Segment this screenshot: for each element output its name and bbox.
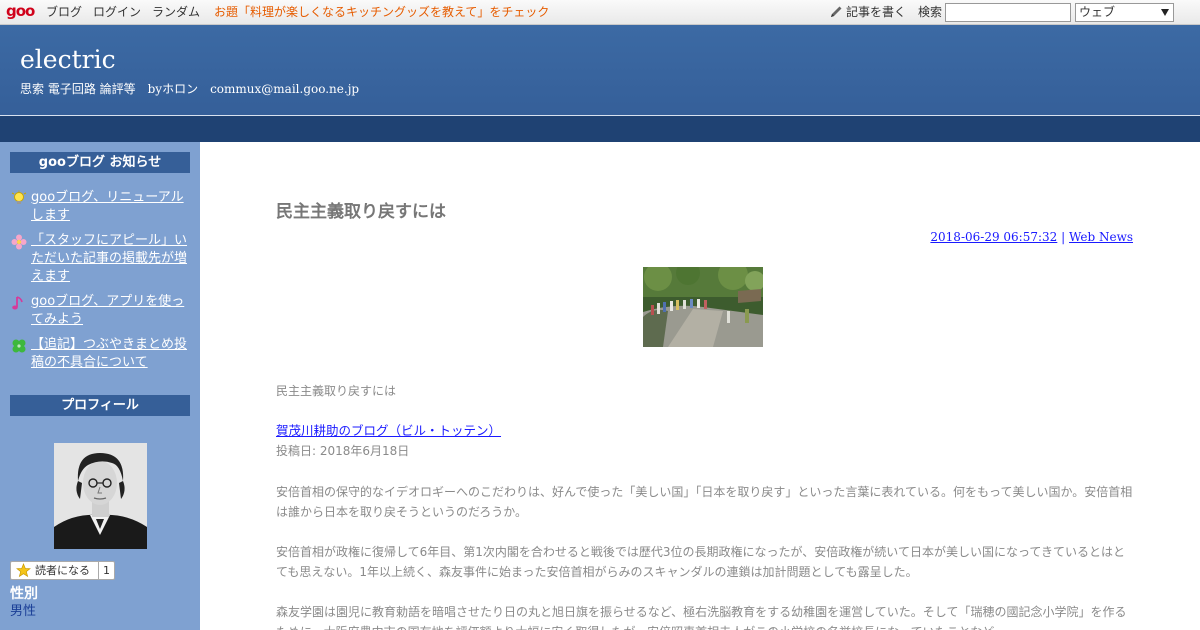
flower-icon bbox=[11, 234, 27, 250]
main-content: 民主主義取り戻すには 2018-06-29 06:57:32 | Web New… bbox=[200, 142, 1200, 630]
dropdown-arrow-icon bbox=[1161, 9, 1169, 16]
nav-login-link[interactable]: ログイン bbox=[93, 5, 141, 19]
notice-item: 【追記】つぶやきまとめ投稿の不具合について bbox=[10, 336, 190, 372]
goo-logo[interactable]: goo bbox=[6, 3, 35, 20]
search-label: 検索 bbox=[918, 5, 943, 19]
meta-separator: | bbox=[1061, 230, 1066, 244]
source-line: 賀茂川耕助のブログ（ビル・トッテン） bbox=[276, 421, 1134, 441]
follower-count: 1 bbox=[103, 564, 110, 577]
blog-description: 思索 電子回路 論評等 byホロン commux@mail.goo.ne.jp bbox=[20, 82, 360, 96]
notice-item: 「スタッフにアピール」いただいた記事の掲載先が増えます bbox=[10, 232, 190, 286]
search-scope-select[interactable]: ウェブ bbox=[1075, 3, 1174, 22]
pencil-icon bbox=[831, 6, 842, 17]
sidebar: gooブログ お知らせ gooブログ、リニューアルします 「スタッフにアピール」… bbox=[0, 142, 200, 630]
notice-link[interactable]: 【追記】つぶやきまとめ投稿の不具合について bbox=[31, 336, 190, 372]
notice-link[interactable]: gooブログ、アプリを使ってみよう bbox=[31, 293, 190, 329]
avatar[interactable] bbox=[54, 443, 147, 549]
star-icon bbox=[16, 563, 31, 578]
post-meta: 2018-06-29 06:57:32 | Web News bbox=[930, 229, 1133, 245]
post-category-link[interactable]: Web News bbox=[1069, 230, 1133, 244]
posted-date: 投稿日: 2018年6月18日 bbox=[276, 444, 410, 458]
blog-header: electric 思索 電子回路 論評等 byホロン commux@mail.g… bbox=[0, 25, 1200, 116]
notice-item: gooブログ、アプリを使ってみよう bbox=[10, 293, 190, 329]
search-scope-value: ウェブ bbox=[1079, 5, 1116, 19]
post-paragraph: 安倍首相が政権に復帰して6年目、第1次内閣を合わせると戦後では歴代3位の長期政権… bbox=[276, 545, 1125, 579]
post-datetime-link[interactable]: 2018-06-29 06:57:32 bbox=[930, 230, 1057, 244]
top-bar: goo ブログ ログイン ランダム お題「料理が楽しくなるキッチングッズを教えて… bbox=[0, 0, 1200, 25]
follow-button[interactable]: 読者になる 1 bbox=[10, 561, 115, 580]
post-paragraph: 安倍首相の保守的なイデオロギーへのこだわりは、好んで使った「美しい国」「日本を取… bbox=[276, 485, 1133, 519]
header-band bbox=[0, 116, 1200, 142]
follow-label: 読者になる bbox=[35, 564, 90, 577]
notice-heading: gooブログ お知らせ bbox=[10, 152, 190, 173]
blog-title[interactable]: electric bbox=[20, 45, 116, 75]
promo-link[interactable]: お題「料理が楽しくなるキッチングッズを教えて」をチェック bbox=[214, 5, 549, 19]
notice-link[interactable]: gooブログ、リニューアルします bbox=[31, 189, 190, 225]
notice-item: gooブログ、リニューアルします bbox=[10, 189, 190, 225]
write-article-button[interactable]: 記事を書く bbox=[830, 5, 906, 19]
gender-value: 男性 bbox=[10, 604, 37, 619]
post-image[interactable] bbox=[643, 267, 763, 347]
search-input[interactable] bbox=[945, 3, 1071, 22]
source-link[interactable]: 賀茂川耕助のブログ（ビル・トッテン） bbox=[276, 423, 501, 438]
post-lead: 民主主義取り戻すには bbox=[276, 384, 397, 398]
post-paragraph: 森友学園は園児に教育勅語を暗唱させたり日の丸と旭日旗を振らせるなど、極右洗脳教育… bbox=[276, 605, 1127, 630]
clover-icon bbox=[12, 339, 26, 353]
gender-label: 性別 bbox=[10, 586, 38, 602]
post-title[interactable]: 民主主義取り戻すには bbox=[276, 201, 446, 223]
nav-random-link[interactable]: ランダム bbox=[152, 5, 200, 19]
notice-link[interactable]: 「スタッフにアピール」いただいた記事の掲載先が増えます bbox=[31, 232, 190, 286]
music-note-icon bbox=[12, 296, 23, 310]
profile-heading: プロフィール bbox=[10, 395, 190, 416]
write-article-label: 記事を書く bbox=[846, 5, 907, 19]
nav-blog-link[interactable]: ブログ bbox=[46, 5, 82, 19]
lightbulb-icon bbox=[11, 190, 27, 204]
